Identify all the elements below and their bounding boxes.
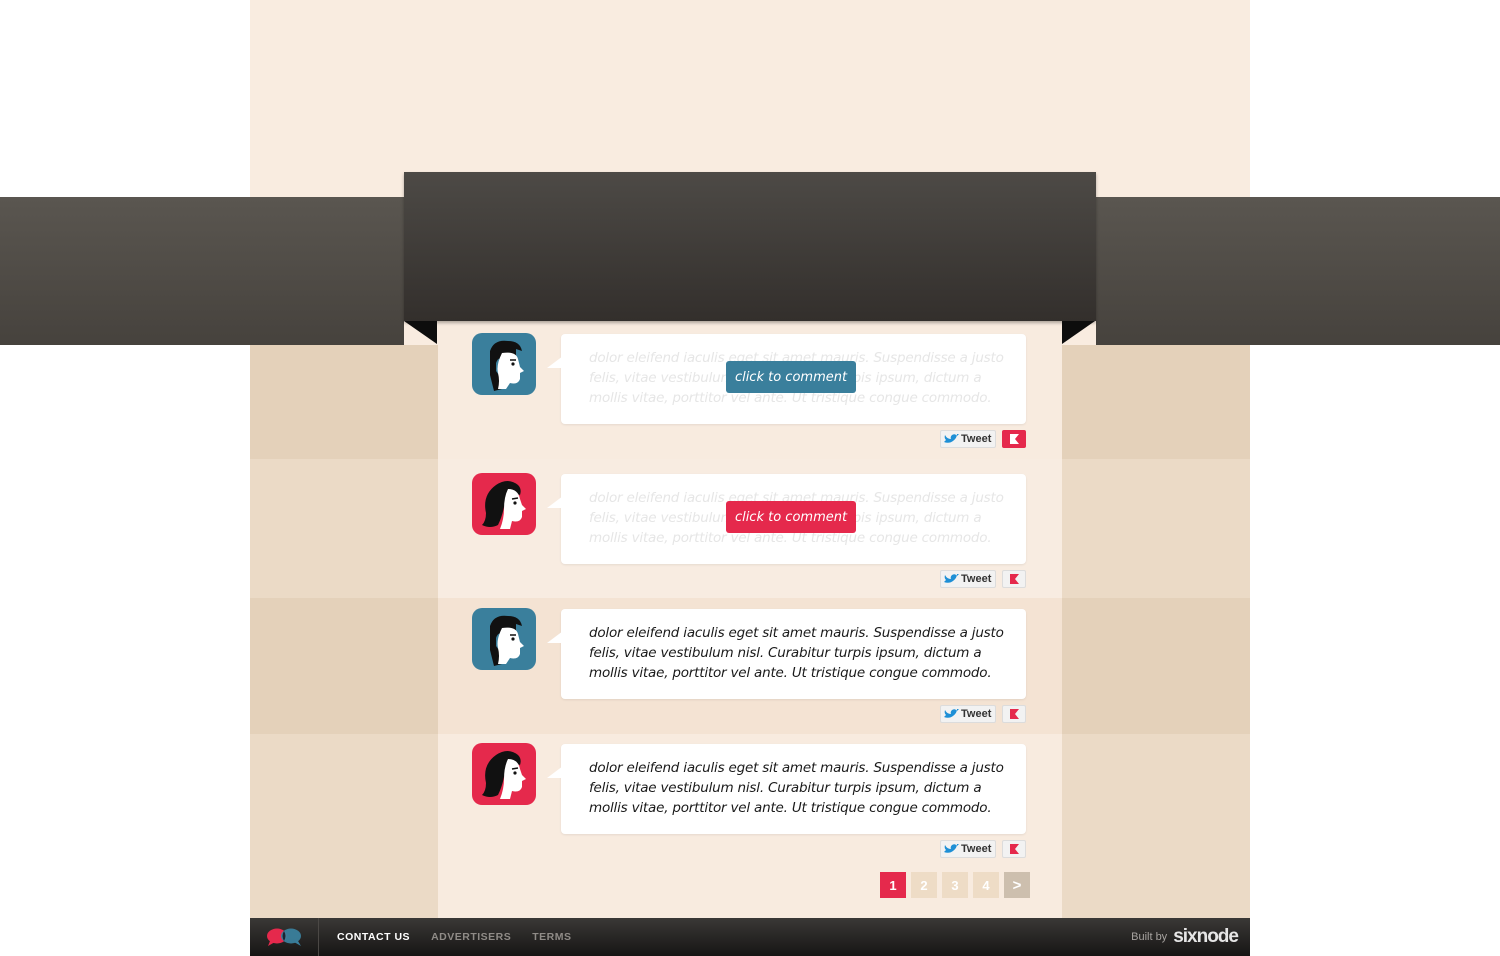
twitter-bird-icon [944,574,959,583]
flag-button[interactable] [1002,840,1027,858]
click-to-comment-button[interactable]: click to comment [726,501,856,533]
twitter-bird-icon [944,709,959,718]
comment-actions: Tweet [940,430,1027,448]
comment-actions: Tweet [940,570,1027,588]
row-band [1062,345,1250,459]
footer-divider [318,918,319,956]
sixnode-logo[interactable]: sixnode [1173,926,1239,948]
comment-actions: Tweet [940,840,1027,858]
comment-actions: Tweet [940,705,1027,723]
tweet-label: Tweet [961,843,992,855]
footer-nav: CONTACT US ADVERTISERS TERMS [337,918,572,956]
comment-text: dolor eleifend iaculis eget sit amet mau… [589,625,1004,681]
male-profile-icon[interactable] [472,333,536,395]
flag-icon [1010,574,1020,584]
row-band [1062,598,1250,734]
page-1-button[interactable]: 1 [880,872,906,898]
comment-bubble: dolor eleifend iaculis eget sit amet mau… [547,744,1026,834]
header-banner [404,172,1096,321]
header-ribbon-left [0,197,404,345]
footer-link-terms[interactable]: TERMS [532,931,571,943]
footer: CONTACT US ADVERTISERS TERMS Built by si… [250,918,1250,956]
flag-button[interactable] [1002,705,1027,723]
built-by-label: Built by [1131,931,1168,943]
comment-item: dolor eleifend iaculis eget sit amet mau… [472,608,1028,730]
flag-icon [1010,709,1020,719]
comment-item: dolor eleifend iaculis eget sit amet mau… [472,473,1028,595]
flag-icon [1010,434,1020,444]
row-band [250,345,438,459]
tweet-button[interactable]: Tweet [940,430,997,448]
twitter-bird-icon [944,434,959,443]
page-4-button[interactable]: 4 [973,872,999,898]
flag-button[interactable] [1002,430,1027,448]
tweet-button[interactable]: Tweet [940,705,997,723]
tweet-label: Tweet [961,708,992,720]
header-ribbon-right [1096,197,1500,345]
flag-icon [1010,844,1020,854]
comment-bubble: dolor eleifend iaculis eget sit amet mau… [547,474,1026,564]
tweet-button[interactable]: Tweet [940,570,997,588]
twitter-bird-icon [944,844,959,853]
tweet-button[interactable]: Tweet [940,840,997,858]
click-to-comment-button[interactable]: click to comment [726,361,856,393]
comment-text: dolor eleifend iaculis eget sit amet mau… [589,760,1004,816]
comment-item: dolor eleifend iaculis eget sit amet mau… [472,333,1028,455]
comment-item: dolor eleifend iaculis eget sit amet mau… [472,743,1028,865]
page-3-button[interactable]: 3 [942,872,968,898]
row-band [250,598,438,734]
comment-bubble: dolor eleifend iaculis eget sit amet mau… [547,609,1026,699]
footer-link-contact-us[interactable]: CONTACT US [337,931,410,943]
flag-button[interactable] [1002,570,1027,588]
tweet-label: Tweet [961,573,992,585]
footer-link-advertisers[interactable]: ADVERTISERS [431,931,511,943]
tweet-label: Tweet [961,433,992,445]
ribbon-fold-right [1062,321,1095,344]
male-profile-icon[interactable] [472,608,536,670]
built-by: Built by sixnode [1131,918,1239,956]
page-2-button[interactable]: 2 [911,872,937,898]
comment-bubble: dolor eleifend iaculis eget sit amet mau… [547,334,1026,424]
female-profile-icon[interactable] [472,743,536,805]
ribbon-fold-left [404,321,437,344]
next-page-button[interactable]: > [1004,872,1030,898]
pagination: 1 2 3 4 > [880,872,1030,898]
female-profile-icon[interactable] [472,473,536,535]
speech-bubbles-logo-icon[interactable] [265,928,305,946]
